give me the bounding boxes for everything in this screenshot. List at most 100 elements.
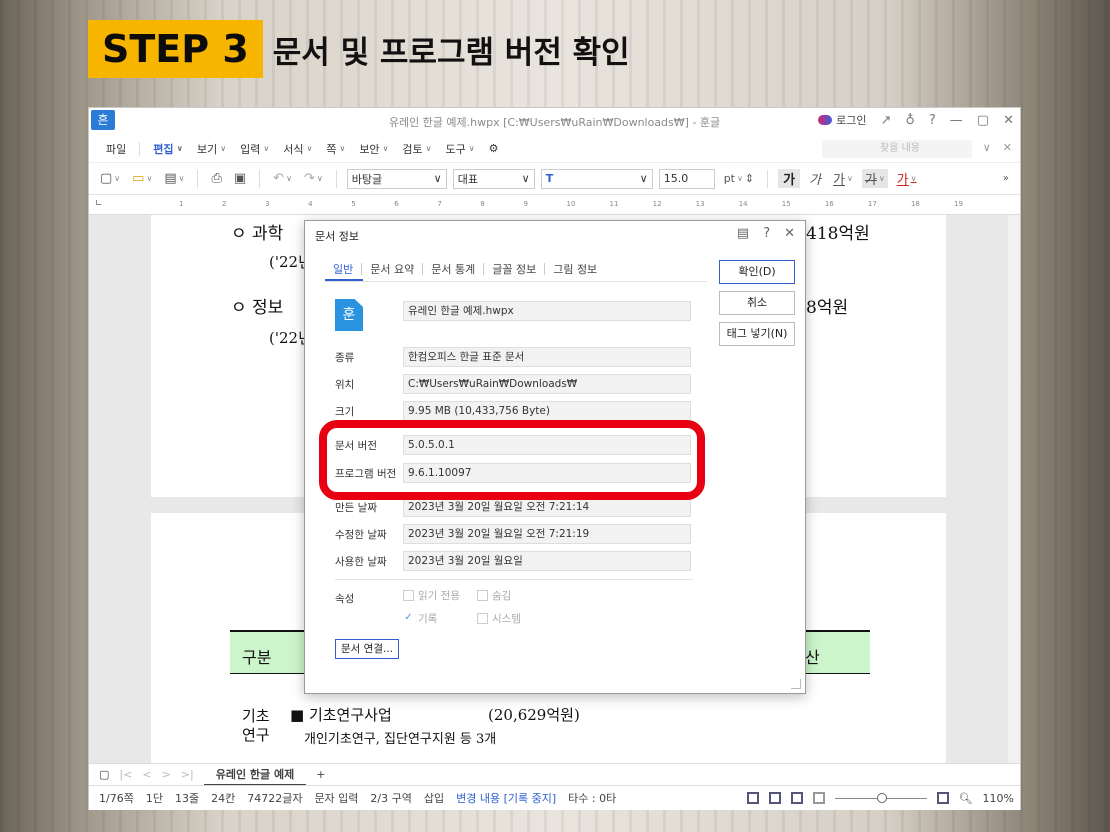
ruler-tick: 2 [222, 200, 227, 208]
strikethrough-button[interactable]: 가 ∨ [861, 169, 888, 188]
file-name-field: 유레인 한글 예제.hwpx [403, 301, 691, 321]
save-button[interactable]: ▤ ∨ [161, 171, 187, 186]
close-icon[interactable]: ✕ [1003, 113, 1014, 128]
toolbar: ▢ ∨ ▭ ∨ ▤ ∨ ⎙ ▣ ↶ ∨ ↷ ∨ 바탕글 ∨ 대표 ∨ T ∨ 15.0 pt ∨ ⇕… [89, 163, 1020, 195]
tab-general[interactable]: 일반 [325, 261, 361, 277]
readonly-checkbox[interactable]: 읽기 전용 [403, 588, 460, 603]
document-tab[interactable]: 유레인 한글 예제 [203, 764, 307, 786]
tab-last-icon[interactable]: >| [181, 768, 194, 781]
menu-page[interactable]: 쪽 ∨ [319, 141, 352, 157]
ruler-tick: 17 [867, 200, 877, 208]
vertical-scrollbar[interactable] [1008, 215, 1020, 763]
view-normal-icon[interactable] [746, 792, 759, 804]
status-insert[interactable]: 삽입 [424, 790, 444, 806]
view-page-icon[interactable] [790, 792, 803, 804]
menu-security[interactable]: 보안 ∨ [352, 141, 395, 157]
ok-button[interactable]: 확인(D) [719, 260, 795, 284]
field-created-date: 만든 날짜 2023년 3월 20일 월요일 오전 7:21:14 [335, 497, 693, 517]
menu-edit[interactable]: 편집 ∨ [146, 141, 190, 157]
menu-tools[interactable]: 도구 ∨ [439, 141, 482, 157]
field-accessed-date: 사용한 날짜 2023년 3월 20일 월요일 [335, 551, 693, 571]
font-color-button[interactable]: 가 ∨ [894, 169, 920, 188]
status-track-changes[interactable]: 변경 내용 [기록 중지] [456, 790, 556, 806]
zoom-slider[interactable] [834, 792, 927, 803]
stepper-icon: ⇕ [744, 172, 755, 185]
dialog-help-icon[interactable]: ? [763, 226, 770, 241]
style-select[interactable]: 바탕글 ∨ [346, 168, 447, 189]
help-pointer-icon[interactable]: ♁ [905, 113, 915, 128]
save-icon: ▤ [164, 171, 177, 186]
print-button[interactable]: ⎙ [208, 171, 224, 186]
menu-review[interactable]: 검토 ∨ [395, 141, 438, 157]
font-icon: T [545, 172, 554, 185]
chevron-down-icon: ∨ [468, 144, 475, 153]
dialog-menu-icon[interactable]: ▤ [737, 226, 749, 241]
help-icon[interactable]: ? [929, 113, 936, 128]
tab-list-icon[interactable]: ▢ [99, 768, 109, 781]
tab-image-info[interactable]: 그림 정보 [545, 261, 605, 277]
find-input[interactable]: 찾을 내용 [822, 140, 972, 158]
tools-extra-icon[interactable]: ⚙ [482, 142, 506, 155]
open-button[interactable]: ▭ ∨ [129, 171, 155, 186]
menu-insert[interactable]: 입력 ∨ [233, 141, 276, 157]
table-row-sub: 개인기초연구, 집단연구지원 등 3개 [304, 732, 497, 747]
status-page[interactable]: 1/76쪽 [99, 790, 134, 806]
view-multi-icon[interactable] [812, 792, 825, 804]
italic-button[interactable]: 가 [806, 169, 824, 188]
dialog-close-icon[interactable]: ✕ [784, 226, 795, 241]
font-select[interactable]: T ∨ [540, 168, 653, 189]
menu-format[interactable]: 서식 ∨ [276, 141, 319, 157]
table-row-label: 기초 [242, 707, 270, 725]
field-location: 위치 C:₩Users₩uRain₩Downloads₩ [335, 374, 693, 394]
ruler[interactable]: ∟ 1 2 3 4 5 6 7 8 9 10 11 12 13 14 15 16 17 18 19 [89, 195, 1020, 215]
hidden-checkbox[interactable]: 숨김 [477, 588, 511, 603]
ruler-tick: 19 [954, 200, 963, 208]
maximize-icon[interactable]: ▢ [977, 113, 989, 128]
add-tab-icon[interactable]: + [316, 768, 325, 781]
preview-button[interactable]: ▣ [231, 171, 249, 186]
undo-button[interactable]: ↶ ∨ [270, 171, 295, 186]
step-badge: STEP 3 [88, 20, 263, 78]
doc-line: 418억원 [806, 224, 870, 244]
tab-next-icon[interactable]: > [162, 768, 171, 781]
toolbar-expand-icon[interactable]: » [1000, 173, 1012, 184]
new-doc-button[interactable]: ▢ ∨ [97, 171, 123, 186]
bold-button[interactable]: 가 [778, 169, 801, 188]
tab-prev-icon[interactable]: < [142, 768, 151, 781]
status-typing: 타수 : 0타 [568, 792, 617, 805]
document-tabs-bar: ▢ |< < > >| 유레인 한글 예제 + [89, 763, 1020, 786]
share-icon[interactable]: ↗ [880, 113, 891, 128]
ruler-tick: 18 [910, 200, 920, 208]
redo-button[interactable]: ↷ ∨ [301, 171, 326, 186]
zoom-level[interactable]: 110% [983, 792, 1014, 805]
system-checkbox[interactable]: 시스템 [477, 611, 521, 626]
minimize-icon[interactable]: — [950, 113, 963, 128]
tab-statistics[interactable]: 문서 통계 [423, 261, 483, 277]
field-type: 종류 한컴오피스 한글 표준 문서 [335, 347, 693, 367]
menu-bar: 파일 편집 ∨ 보기 ∨ 입력 ∨ 서식 ∨ 쪽 ∨ 보안 ∨ 검토 ∨ 도구 ∨ ⚙ 찾을 내… [89, 135, 1020, 163]
folder-icon: ▭ [132, 171, 145, 186]
ruler-tick: 9 [523, 200, 528, 208]
zoom-fit-icon[interactable] [936, 792, 949, 804]
underline-button[interactable]: 가 ∨ [830, 169, 856, 188]
tab-summary[interactable]: 문서 요약 [362, 261, 422, 277]
close-doc-icon[interactable]: ✕ [1003, 141, 1012, 154]
ruler-tick: 11 [609, 200, 619, 208]
field-modified-date: 수정한 날짜 2023년 3월 20일 월요일 오전 7:21:19 [335, 524, 693, 544]
archive-checkbox[interactable]: ✓ 기록 [403, 611, 437, 626]
menu-file[interactable]: 파일 [99, 141, 133, 157]
tab-font-info[interactable]: 글꼴 정보 [484, 261, 544, 277]
insert-tag-button[interactable]: 태그 넣기(N) [719, 322, 795, 346]
unit-select[interactable]: pt ∨ ⇕ [721, 172, 757, 185]
ribbon-collapse-icon[interactable]: ∨ [983, 141, 991, 154]
font-lang-select[interactable]: 대표 ∨ [452, 168, 535, 189]
login-button[interactable]: 로그인 [818, 112, 866, 128]
cancel-button[interactable]: 취소 [719, 291, 795, 315]
view-width-icon[interactable] [768, 792, 781, 804]
zoom-icon[interactable]: 🔍︎ [959, 792, 973, 805]
document-link-button[interactable]: 문서 연결... [335, 639, 399, 659]
font-size-input[interactable]: 15.0 [658, 168, 715, 189]
tab-first-icon[interactable]: |< [119, 768, 132, 781]
menu-view[interactable]: 보기 ∨ [190, 141, 233, 157]
resize-grip-icon[interactable] [791, 679, 801, 689]
